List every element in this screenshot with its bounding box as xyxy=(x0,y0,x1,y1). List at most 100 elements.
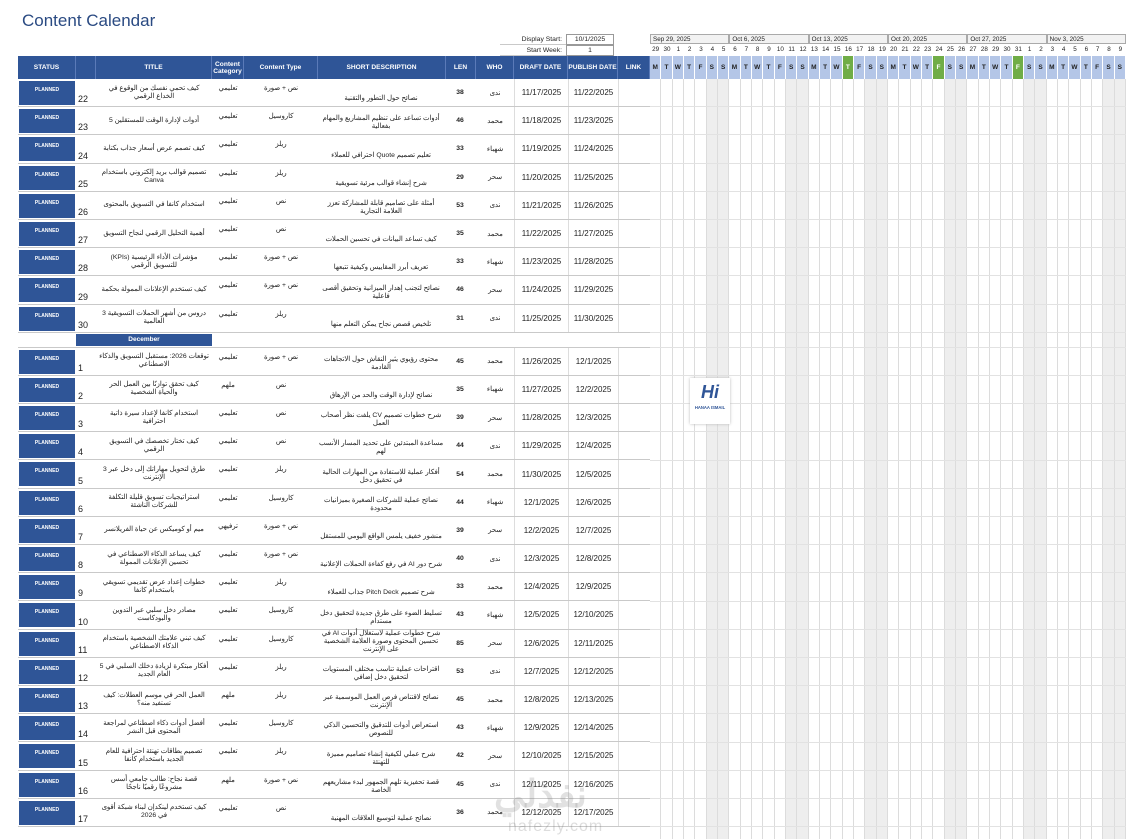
row-publish-date[interactable]: 12/9/2025 xyxy=(568,573,618,601)
row-status-cell[interactable]: PLANNED xyxy=(18,376,76,403)
row-status-cell[interactable]: PLANNED xyxy=(18,771,76,798)
row-publish-date[interactable]: 12/5/2025 xyxy=(568,460,618,488)
column-header-who[interactable]: WHO xyxy=(476,56,514,79)
row-category[interactable]: تعليمي xyxy=(212,248,244,275)
table-row[interactable]: PLANNED 15 تصميم بطاقات تهنئة احترافية للع… xyxy=(18,742,650,771)
row-category[interactable]: تعليمي xyxy=(212,276,244,303)
row-status-cell[interactable]: PLANNED xyxy=(18,248,76,275)
table-row[interactable]: PLANNED 29 كيف تستخدم الإعلانات الممولة بح… xyxy=(18,276,650,305)
row-link[interactable] xyxy=(618,742,650,770)
row-type[interactable]: ريلز xyxy=(244,460,318,487)
row-type[interactable]: ريلز xyxy=(244,658,318,685)
row-length[interactable]: 35 xyxy=(448,376,472,403)
start-week-input[interactable]: 1 xyxy=(566,44,614,56)
row-draft-date[interactable]: 12/10/2025 xyxy=(514,742,568,770)
row-publish-date[interactable]: 11/25/2025 xyxy=(568,163,618,191)
row-category[interactable]: ملهم xyxy=(212,686,244,713)
row-length[interactable]: 44 xyxy=(448,432,472,459)
row-category[interactable]: تعليمي xyxy=(212,79,244,106)
table-row[interactable]: PLANNED 9 خطوات إعداد عرض تقديمي تسويقي با… xyxy=(18,573,650,602)
row-link[interactable] xyxy=(618,135,650,163)
row-title[interactable]: تصميم قوالب بريد إلكتروني باستخدام Canva xyxy=(96,164,212,191)
row-category[interactable]: تعليمي xyxy=(212,460,244,487)
row-link[interactable] xyxy=(618,516,650,544)
row-who[interactable]: محمد xyxy=(480,220,510,247)
status-badge[interactable]: PLANNED xyxy=(19,687,75,712)
table-row[interactable]: PLANNED 12 أفكار مبتكرة لزيادة دخلك السلبي… xyxy=(18,657,650,686)
row-who[interactable]: محمد xyxy=(480,686,510,713)
row-draft-date[interactable]: 11/19/2025 xyxy=(514,135,568,163)
row-publish-date[interactable]: 12/11/2025 xyxy=(568,629,618,657)
table-row[interactable]: PLANNED 14 أفضل أدوات ذكاء اصطناعي لمراجعة… xyxy=(18,714,650,743)
row-number[interactable]: 13 xyxy=(76,686,96,713)
row-title[interactable]: استخدام كانفا في التسويق بالمحتوى xyxy=(96,192,212,219)
row-publish-date[interactable]: 12/2/2025 xyxy=(568,375,618,404)
row-number[interactable]: 17 xyxy=(76,799,96,826)
row-publish-date[interactable]: 12/3/2025 xyxy=(568,404,618,432)
status-badge[interactable]: PLANNED xyxy=(19,575,75,600)
row-description[interactable]: شرح عملي لكيفية إنشاء تصاميم مميزة للتهن… xyxy=(318,742,444,769)
row-length[interactable]: 33 xyxy=(448,248,472,275)
row-length[interactable]: 53 xyxy=(448,192,472,219)
row-description[interactable]: نصائح عملية للشركات الصغيرة بميزانيات مح… xyxy=(318,489,444,516)
row-link[interactable] xyxy=(618,432,650,460)
row-type[interactable]: نص + صورة xyxy=(244,79,318,106)
row-category[interactable]: تعليمي xyxy=(212,630,244,657)
row-number[interactable]: 12 xyxy=(76,658,96,685)
row-draft-date[interactable]: 12/4/2025 xyxy=(514,573,568,601)
status-badge[interactable]: PLANNED xyxy=(19,744,75,769)
row-length[interactable]: 42 xyxy=(448,742,472,769)
row-length[interactable]: 45 xyxy=(448,771,472,798)
row-title[interactable]: استراتيجيات تسويق قليلة التكلفة للشركات … xyxy=(96,489,212,516)
row-title[interactable]: كيف تستخدم لينكدإن لبناء شبكة أقوى في 20… xyxy=(96,799,212,826)
row-category[interactable]: تعليمي xyxy=(212,135,244,162)
row-link[interactable] xyxy=(618,304,650,332)
row-publish-date[interactable]: 12/6/2025 xyxy=(568,488,618,516)
row-category[interactable]: ملهم xyxy=(212,771,244,798)
row-length[interactable]: 46 xyxy=(448,276,472,303)
row-type[interactable]: ريلز xyxy=(244,305,318,332)
status-badge[interactable]: PLANNED xyxy=(19,377,75,402)
column-header-category[interactable]: Content Category xyxy=(212,56,244,79)
row-link[interactable] xyxy=(618,276,650,304)
row-type[interactable]: ريلز xyxy=(244,742,318,769)
row-description[interactable]: تعريف أبرز المقاييس وكيفية تتبعها xyxy=(318,248,444,275)
row-category[interactable]: تعليمي xyxy=(212,658,244,685)
row-title[interactable]: كيف تحقق توازنًا بين العمل الحر والحياة … xyxy=(96,376,212,403)
status-badge[interactable]: PLANNED xyxy=(19,716,75,741)
table-row[interactable]: PLANNED 23 أدوات لإدارة الوقت للمستقلين 5ت… xyxy=(18,107,650,136)
row-title[interactable]: دروس من أشهر الحملات التسويقية 3 العالمي… xyxy=(96,305,212,332)
row-publish-date[interactable]: 11/29/2025 xyxy=(568,276,618,304)
row-length[interactable]: 54 xyxy=(448,460,472,487)
row-who[interactable]: ندى xyxy=(480,305,510,332)
table-row[interactable]: PLANNED 2 كيف تحقق توازنًا بين العمل الحر … xyxy=(18,375,650,405)
status-badge[interactable]: PLANNED xyxy=(19,462,75,487)
row-link[interactable] xyxy=(618,770,650,798)
row-title[interactable]: ميم أو كوميكس عن حياة الفريلانسر xyxy=(96,517,212,544)
row-status-cell[interactable]: PLANNED xyxy=(18,630,76,657)
row-status-cell[interactable]: PLANNED xyxy=(18,404,76,431)
row-type[interactable]: كاروسيل xyxy=(244,489,318,516)
row-draft-date[interactable]: 11/21/2025 xyxy=(514,191,568,219)
row-link[interactable] xyxy=(618,685,650,714)
row-draft-date[interactable]: 11/29/2025 xyxy=(514,432,568,460)
row-title[interactable]: العمل الحر في موسم العطلات: كيف تستفيد م… xyxy=(96,686,212,713)
row-link[interactable] xyxy=(618,163,650,191)
row-draft-date[interactable]: 11/17/2025 xyxy=(514,79,568,107)
row-length[interactable]: 53 xyxy=(448,658,472,685)
row-length[interactable]: 44 xyxy=(448,489,472,516)
row-link[interactable] xyxy=(618,404,650,432)
row-title[interactable]: توقعات 2026: مستقبل التسويق والذكاء الاص… xyxy=(96,348,212,375)
row-description[interactable]: منشور خفيف يلمس الواقع اليومي للمستقل xyxy=(318,517,444,544)
row-link[interactable] xyxy=(618,191,650,219)
row-title[interactable]: مصادر دخل سلبي عبر التدوين والبودكاست xyxy=(96,601,212,628)
row-publish-date[interactable]: 11/22/2025 xyxy=(568,79,618,107)
table-row[interactable]: PLANNED 4 كيف تختار تخصصك في التسويق الرقم… xyxy=(18,432,650,461)
row-category[interactable]: ترفيهي xyxy=(212,517,244,544)
row-number[interactable]: 28 xyxy=(76,248,96,275)
row-number[interactable]: 10 xyxy=(76,601,96,628)
row-length[interactable]: 36 xyxy=(448,799,472,826)
row-status-cell[interactable]: PLANNED xyxy=(18,742,76,769)
row-draft-date[interactable]: 11/18/2025 xyxy=(514,107,568,135)
row-description[interactable]: قصة تحفيزية تلهم الجمهور لبدء مشاريعهم ا… xyxy=(318,771,444,798)
